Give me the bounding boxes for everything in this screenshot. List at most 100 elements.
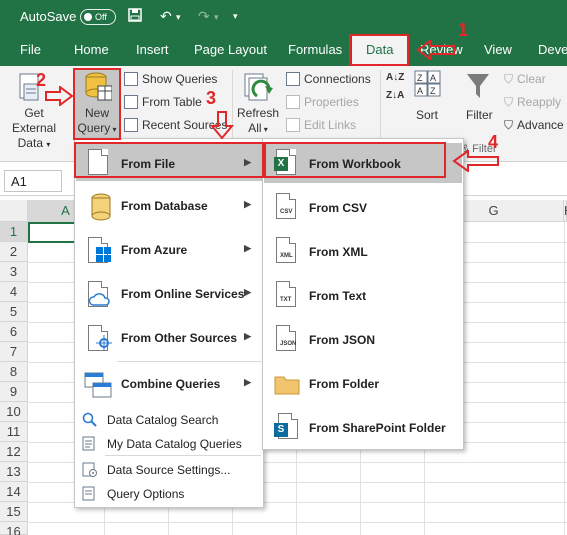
properties-button[interactable]: Properties [286, 95, 359, 115]
edit-links-label: Edit Links [304, 118, 357, 132]
from-sharepoint-folder-label: From SharePoint Folder [309, 421, 446, 435]
row-header[interactable]: 10 [0, 402, 28, 422]
redo-icon[interactable]: ↷ [198, 8, 210, 25]
edit-links-button[interactable]: Edit Links [286, 118, 356, 138]
tab-formulas[interactable]: Formulas [288, 42, 342, 57]
from-other-sources-label: From Other Sources [121, 331, 238, 345]
menu-item-from-text[interactable]: TXT From Text [264, 275, 462, 317]
menu-item-from-sharepoint-folder[interactable]: S From SharePoint Folder [264, 407, 462, 449]
recent-sources-icon [124, 118, 138, 132]
my-data-catalog-queries-label: My Data Catalog Queries [107, 437, 242, 451]
reapply-button[interactable]: ⛉ Reapply [504, 95, 561, 115]
row-header[interactable]: 7 [0, 342, 28, 362]
show-queries-button[interactable]: Show Queries [124, 72, 217, 92]
menu-item-from-azure[interactable]: From Azure ▶ [76, 231, 262, 271]
row-header[interactable]: 11 [0, 422, 28, 442]
callout-arrow-4-icon [452, 150, 499, 172]
clear-label: Clear [517, 72, 546, 86]
cloud-icon [88, 293, 110, 306]
submenu-arrow-icon: ▶ [244, 243, 251, 253]
menu-item-from-online-services[interactable]: From Online Services ▶ [76, 275, 262, 315]
callout-number-1: 1 [458, 20, 469, 40]
select-all-corner[interactable] [0, 200, 28, 222]
sort-icon: ZAAZ [414, 70, 442, 98]
row-header[interactable]: 1 [0, 222, 28, 242]
menu-item-combine-queries[interactable]: Combine Queries ▶ [76, 365, 262, 405]
connections-icon [286, 72, 300, 86]
advanced-button[interactable]: ⛉ Advance [504, 118, 564, 138]
tab-developer[interactable]: Devel [538, 42, 567, 57]
row-header[interactable]: 14 [0, 482, 28, 502]
tab-file[interactable]: File [20, 42, 41, 57]
tab-view[interactable]: View [484, 42, 512, 57]
row-header[interactable]: 5 [0, 302, 28, 322]
callout-arrow-3-icon [210, 111, 234, 140]
row-header[interactable]: 13 [0, 462, 28, 482]
menu-item-data-catalog-search[interactable]: Data Catalog Search [76, 409, 262, 431]
combine-queries-icon [84, 372, 112, 398]
callout-box-new-query [73, 68, 121, 140]
row-header[interactable]: 12 [0, 442, 28, 462]
reapply-icon: ⛉ [504, 95, 514, 109]
menu-item-from-xml[interactable]: XML From XML [264, 231, 462, 273]
edit-links-icon [286, 118, 300, 132]
data-catalog-search-label: Data Catalog Search [107, 413, 219, 427]
row-header[interactable]: 6 [0, 322, 28, 342]
gridline [564, 222, 565, 535]
tab-page-layout[interactable]: Page Layout [194, 42, 267, 57]
callout-number-3: 3 [206, 88, 217, 108]
get-external-data-label-2: Data [17, 136, 43, 150]
menu-separator [117, 361, 261, 362]
advanced-label: Advance [517, 118, 564, 132]
menu-item-my-data-catalog-queries[interactable]: My Data Catalog Queries [76, 433, 262, 455]
row-header[interactable]: 8 [0, 362, 28, 382]
menu-item-data-source-settings[interactable]: Data Source Settings... [76, 459, 262, 481]
submenu-arrow-icon: ▶ [244, 331, 251, 341]
from-text-label: From Text [309, 289, 367, 303]
clear-button[interactable]: ⛉ Clear [504, 72, 546, 92]
callout-box-data-tab [349, 34, 409, 66]
new-query-menu: From File ▶ From Database ▶ From Azure ▶… [74, 138, 264, 508]
menu-item-from-other-sources[interactable]: From Other Sources ▶ [76, 319, 262, 359]
undo-icon[interactable]: ↶ [160, 8, 172, 25]
menu-item-from-database[interactable]: From Database ▶ [76, 187, 262, 227]
row-header[interactable]: 2 [0, 242, 28, 262]
menu-item-query-options[interactable]: Query Options [76, 483, 262, 505]
filter-button[interactable]: Filter [466, 108, 493, 123]
row-header[interactable]: 15 [0, 502, 28, 522]
undo-dropdown-icon[interactable]: ▾ [176, 12, 181, 23]
sort-za-icon[interactable]: Z↓A [386, 90, 404, 101]
sort-az-icon[interactable]: A↓Z [386, 72, 404, 83]
autosave-toggle[interactable]: Off [80, 9, 116, 25]
tab-insert[interactable]: Insert [136, 42, 169, 57]
menu-item-from-csv[interactable]: CSV From CSV [264, 187, 462, 229]
ribbon-tabs: File Home Insert Page Layout Formulas Da… [0, 34, 567, 66]
table-icon [124, 95, 138, 109]
clear-filter-icon: ⛉ [504, 72, 514, 86]
row-header[interactable]: 9 [0, 382, 28, 402]
save-icon[interactable] [128, 8, 142, 25]
name-box[interactable]: A1 [4, 170, 62, 192]
tab-home[interactable]: Home [74, 42, 109, 57]
menu-item-from-folder[interactable]: From Folder [264, 363, 462, 405]
menu-separator [105, 455, 261, 456]
menu-item-from-json[interactable]: JSON From JSON [264, 319, 462, 361]
customize-qat-icon[interactable]: ▾ [233, 11, 238, 22]
search-icon [82, 412, 98, 431]
get-external-data-label: Get External [11, 106, 57, 135]
catalog-queries-icon [82, 436, 98, 455]
row-header[interactable]: 16 [0, 522, 28, 535]
show-queries-icon [124, 72, 138, 86]
from-file-submenu: X From Workbook CSV From CSV XML From XM… [262, 138, 464, 450]
redo-dropdown-icon[interactable]: ▾ [214, 12, 219, 23]
connections-button[interactable]: Connections [286, 72, 371, 92]
advanced-filter-icon: ⛉ [504, 118, 514, 132]
from-xml-label: From XML [309, 245, 368, 259]
sort-button[interactable]: Sort [416, 108, 438, 123]
row-header[interactable]: 3 [0, 262, 28, 282]
reapply-label: Reapply [517, 95, 562, 109]
from-table-button[interactable]: From Table [124, 95, 202, 115]
refresh-label: Refresh [236, 106, 280, 120]
properties-label: Properties [304, 95, 359, 109]
row-header[interactable]: 4 [0, 282, 28, 302]
